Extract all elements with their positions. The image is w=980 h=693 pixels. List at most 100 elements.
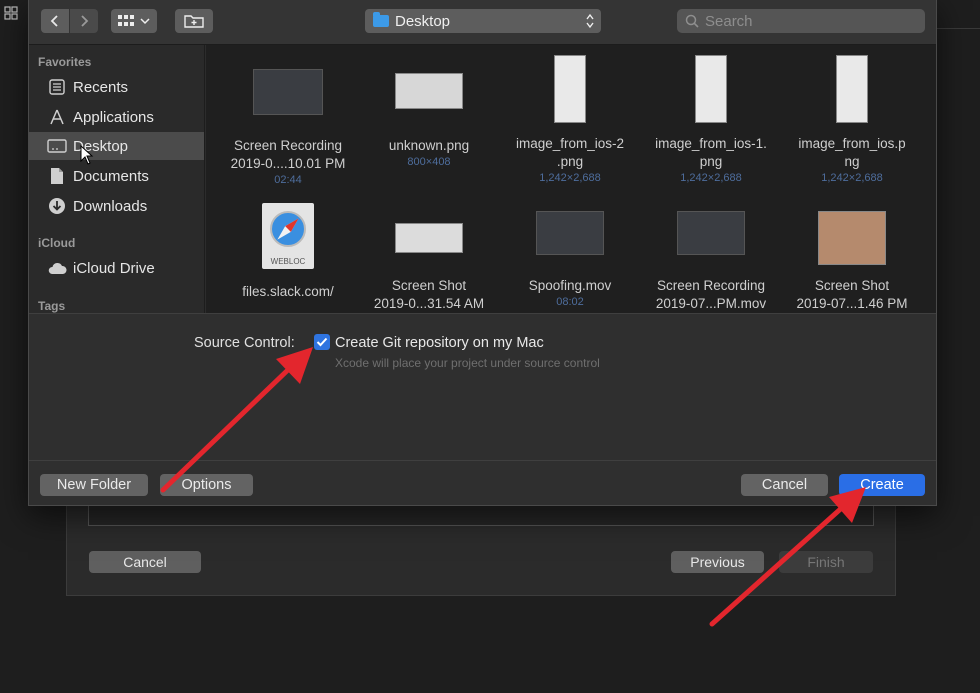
file-name: Spoofing.mov	[528, 278, 612, 293]
file-meta: 800×408	[407, 156, 451, 168]
folder-icon	[373, 12, 389, 27]
file-name: image_from_ios.p	[798, 136, 906, 151]
file-name-line2: png	[699, 154, 723, 169]
file-name: Screen Shot	[391, 278, 467, 293]
folder-plus-icon	[184, 15, 204, 28]
chevron-right-icon	[81, 15, 89, 27]
file-item[interactable]: unknown.png 800×408	[357, 63, 501, 169]
view-mode-button[interactable]	[111, 9, 157, 33]
chevron-left-icon	[50, 15, 58, 27]
previous-button[interactable]: Previous	[671, 551, 764, 573]
file-thumbnail	[536, 211, 604, 255]
create-button[interactable]: Create	[839, 474, 925, 496]
file-name: image_from_ios-1.	[655, 136, 767, 151]
clock-icon	[47, 77, 67, 97]
webloc-badge: WEBLOC	[270, 257, 306, 266]
options-area: Source Control: Create Git repository on…	[29, 313, 936, 460]
file-name: unknown.png	[388, 138, 470, 153]
file-name-line2: 2019-0....10.01 PM	[230, 156, 346, 171]
options-button[interactable]: Options	[160, 474, 253, 496]
sidebar-item-documents[interactable]: Documents	[29, 162, 204, 190]
sidebar-section-favorites: Favorites	[38, 55, 92, 69]
applications-icon	[47, 107, 67, 127]
mouse-pointer-icon	[80, 145, 94, 165]
file-thumbnail	[695, 55, 727, 123]
webloc-icon: WEBLOC	[262, 203, 314, 269]
file-meta: 1,242×2,688	[539, 172, 601, 184]
file-thumbnail	[395, 73, 463, 109]
checkmark-icon	[316, 337, 328, 347]
file-meta: 1,242×2,688	[680, 172, 742, 184]
sidebar-item-label: Downloads	[73, 197, 148, 215]
icon-grid-icon	[118, 15, 134, 26]
location-label: Desktop	[395, 12, 451, 30]
documents-icon	[47, 166, 67, 186]
background-field	[88, 504, 874, 526]
file-name-line2: ng	[844, 154, 860, 169]
sidebar-item-desktop[interactable]: Desktop	[29, 132, 204, 160]
file-meta: 02:44	[274, 174, 302, 186]
file-meta: 08:02	[556, 296, 584, 308]
divider	[935, 28, 980, 29]
file-meta: 1,242×2,688	[821, 172, 883, 184]
file-item[interactable]: image_from_ios.p ng 1,242×2,688	[780, 55, 924, 185]
sidebar-item-recents[interactable]: Recents	[29, 73, 204, 101]
file-item[interactable]: Screen Shot 2019-07...1.46 PM	[780, 203, 924, 313]
sidebar: Favorites Recents Applications Desktop D…	[29, 45, 205, 313]
file-name: image_from_ios-2	[515, 136, 625, 151]
file-thumbnail	[836, 55, 868, 123]
file-thumbnail	[677, 211, 745, 255]
search-placeholder: Search	[705, 12, 753, 30]
new-folder-button[interactable]: New Folder	[40, 474, 148, 496]
sidebar-section-tags: Tags	[38, 299, 66, 313]
sidebar-item-icloud-drive[interactable]: iCloud Drive	[29, 254, 204, 282]
file-item[interactable]: Spoofing.mov 08:02	[498, 203, 642, 309]
file-name: Screen Recording	[656, 278, 766, 293]
file-thumbnail	[554, 55, 586, 123]
file-item[interactable]: image_from_ios-1. png 1,242×2,688	[639, 55, 783, 185]
save-panel: Desktop Search Favorites Recents Applica…	[28, 0, 937, 506]
file-item[interactable]: Screen Recording 2019-07...PM.mov	[639, 203, 783, 313]
location-popup[interactable]: Desktop	[365, 9, 601, 33]
new-folder-toolbar-button[interactable]	[175, 9, 213, 33]
file-name-line2: 2019-07...1.46 PM	[796, 296, 908, 311]
file-item[interactable]: image_from_ios-2 .png 1,242×2,688	[498, 55, 642, 185]
file-browser: Screen Recording 2019-0....10.01 PM 02:4…	[206, 45, 936, 313]
background-cancel-button[interactable]: Cancel	[89, 551, 201, 573]
sidebar-item-label: Recents	[73, 78, 129, 96]
forward-button[interactable]	[70, 9, 98, 33]
file-item[interactable]: WEBLOC files.slack.com/	[216, 203, 360, 301]
stepper-icon	[586, 13, 594, 29]
grid-icon	[4, 6, 18, 20]
cancel-button[interactable]: Cancel	[741, 474, 828, 496]
source-control-label: Source Control:	[194, 335, 295, 351]
file-item[interactable]: Screen Shot 2019-0...31.54 AM	[357, 203, 501, 313]
downloads-icon	[47, 196, 67, 216]
git-repo-checkbox-label[interactable]: Create Git repository on my Mac	[335, 335, 544, 351]
file-item[interactable]: Screen Recording 2019-0....10.01 PM 02:4…	[216, 63, 360, 187]
git-repo-checkbox[interactable]	[314, 334, 330, 350]
file-name-line2: .png	[556, 154, 584, 169]
file-thumbnail	[818, 211, 886, 265]
file-thumbnail	[253, 69, 323, 115]
sidebar-section-icloud: iCloud	[38, 236, 76, 250]
cloud-icon	[47, 258, 67, 278]
desktop-icon	[47, 136, 67, 156]
file-thumbnail	[395, 223, 463, 253]
file-name-line2: 2019-0...31.54 AM	[373, 296, 485, 311]
search-field[interactable]: Search	[677, 9, 925, 33]
file-name: files.slack.com/	[242, 284, 334, 299]
back-button[interactable]	[41, 9, 69, 33]
file-name-line2: 2019-07...PM.mov	[655, 296, 767, 311]
finish-button: Finish	[779, 551, 873, 573]
file-name: Screen Recording	[233, 138, 343, 153]
toolbar: Desktop Search	[29, 0, 936, 45]
sidebar-item-label: iCloud Drive	[73, 259, 155, 277]
git-repo-hint: Xcode will place your project under sour…	[335, 356, 600, 370]
sidebar-item-applications[interactable]: Applications	[29, 103, 204, 131]
search-icon	[685, 14, 699, 28]
panel-footer: New Folder Options Cancel Create	[29, 460, 936, 505]
sidebar-item-label: Documents	[73, 167, 149, 185]
file-name: Screen Shot	[814, 278, 890, 293]
sidebar-item-downloads[interactable]: Downloads	[29, 192, 204, 220]
